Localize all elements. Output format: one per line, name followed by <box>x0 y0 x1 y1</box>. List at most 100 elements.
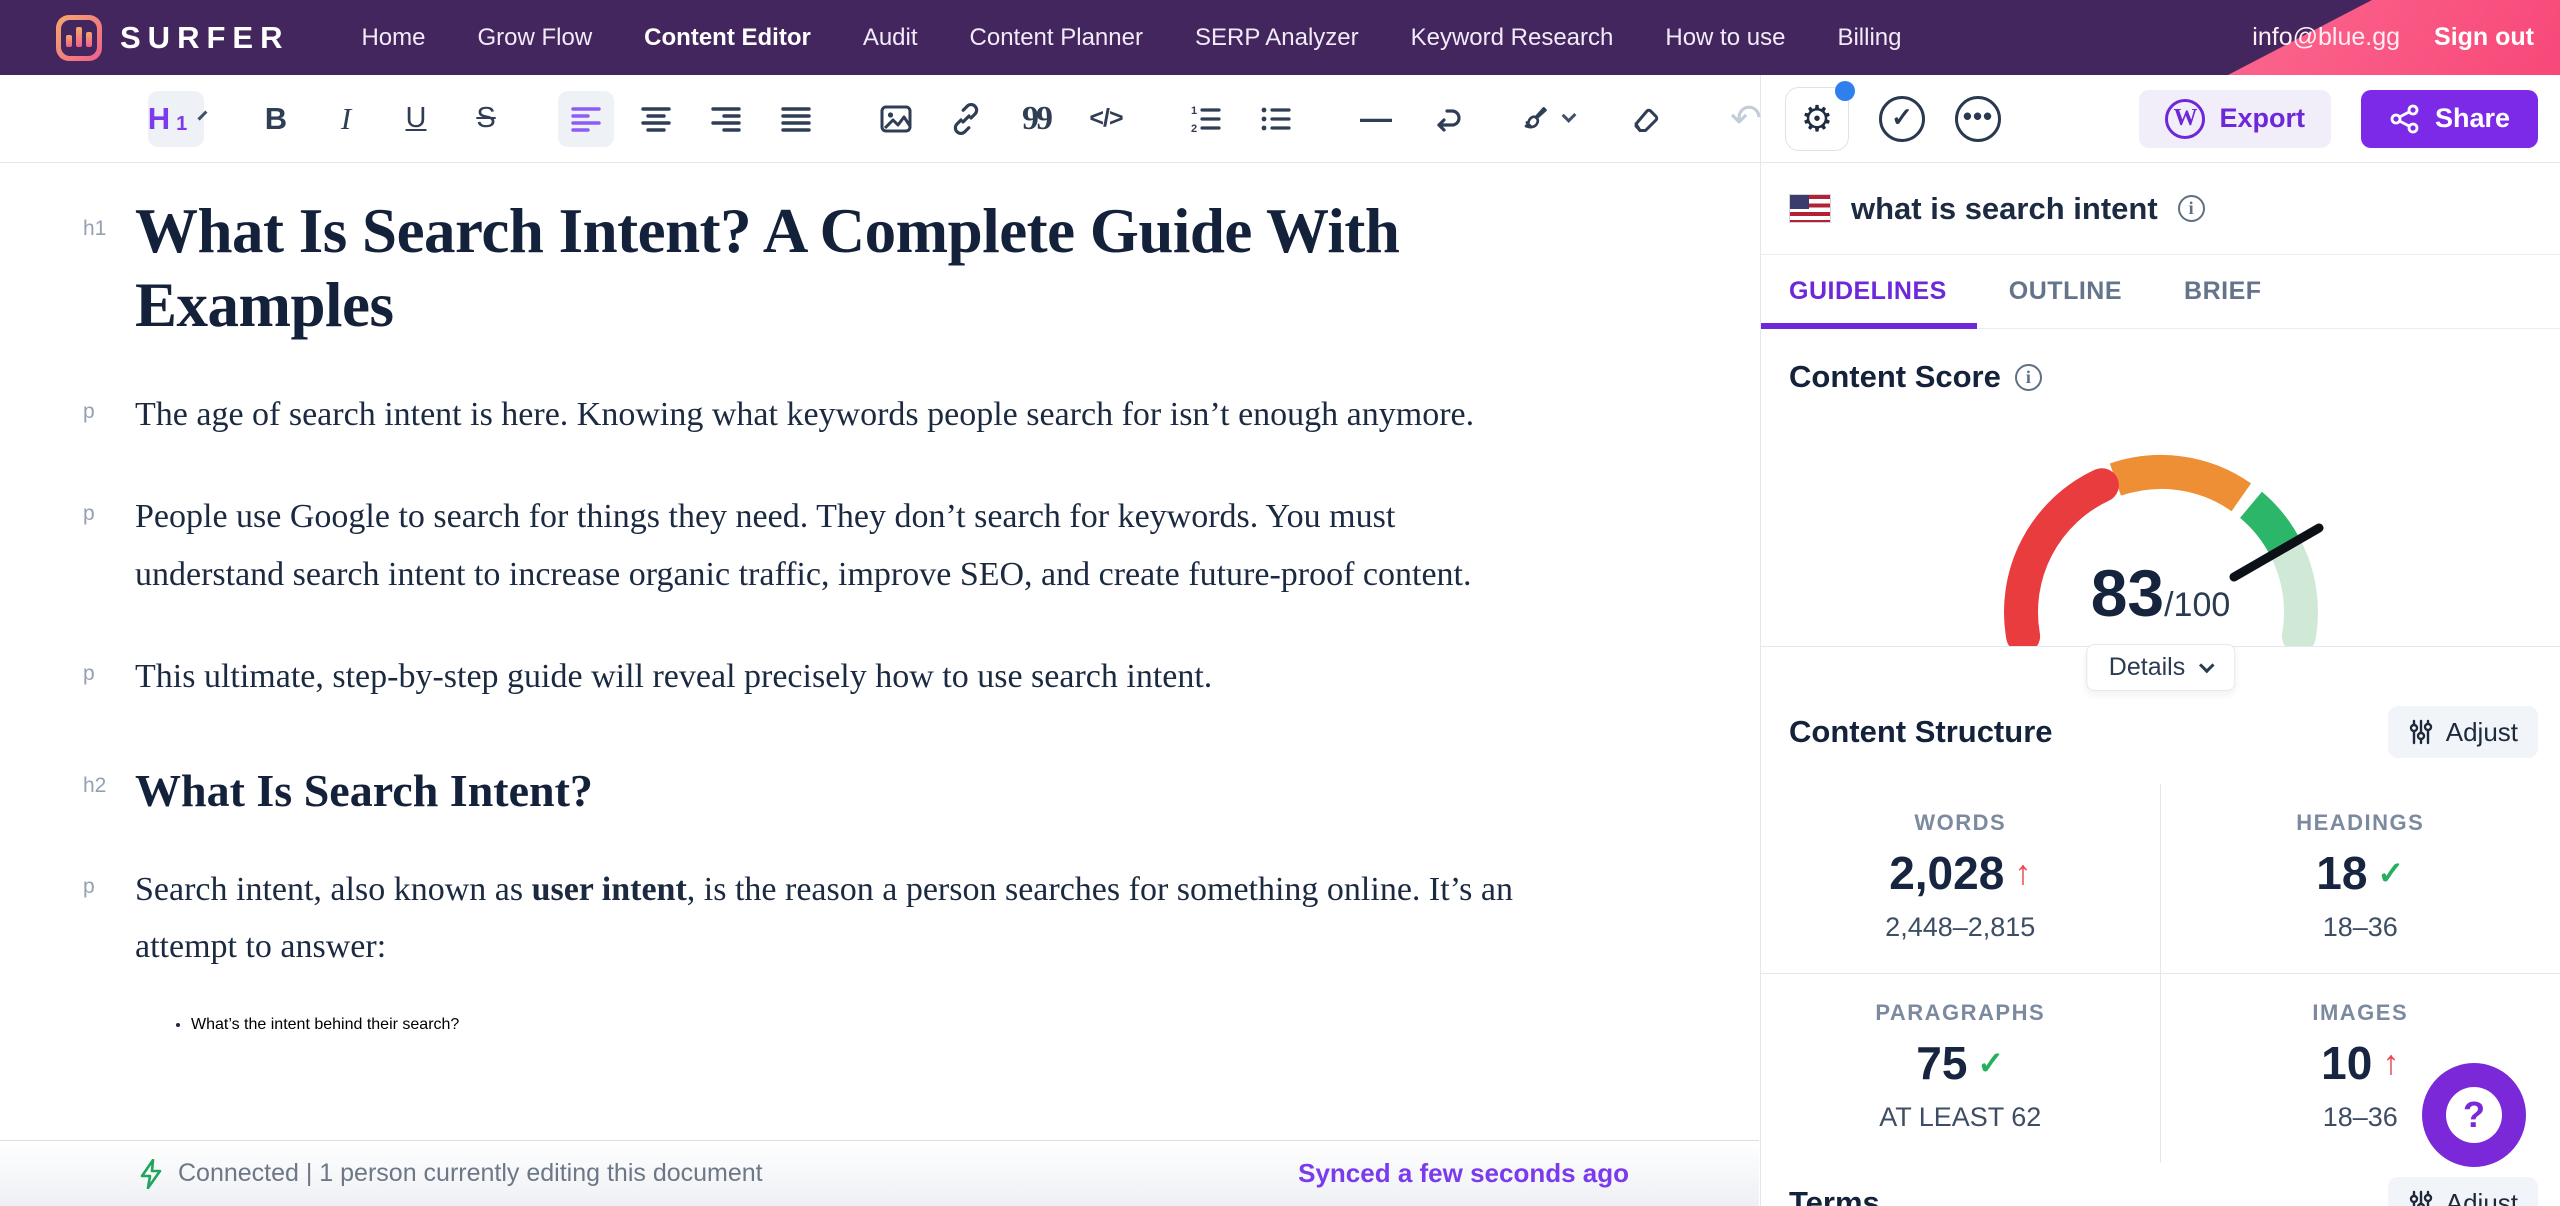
undo-icon: ↶ <box>1730 96 1762 141</box>
document-editor[interactable]: h1 What Is Search Intent? A Complete Gui… <box>0 163 1760 1206</box>
nav-item-audit[interactable]: Audit <box>863 24 918 52</box>
format-painter-dropdown[interactable] <box>1518 91 1574 147</box>
info-icon[interactable]: i <box>2015 364 2042 391</box>
justify-button[interactable] <box>768 91 824 147</box>
lightning-icon <box>140 1159 162 1189</box>
bold-button[interactable]: B <box>248 91 304 147</box>
nav-item-content-planner[interactable]: Content Planner <box>970 24 1143 52</box>
metric-paragraphs: PARAGRAPHS 75✓ AT LEAST 62 <box>1761 974 2161 1163</box>
help-button[interactable]: ? <box>2422 1063 2526 1167</box>
content-score-value: 83/100 <box>1931 555 2391 631</box>
info-icon[interactable]: i <box>2178 195 2205 222</box>
brand-name: SURFER <box>120 20 289 56</box>
tab-outline[interactable]: OUTLINE <box>2009 277 2122 306</box>
document-block-h1[interactable]: h1 What Is Search Intent? A Complete Gui… <box>135 195 1548 342</box>
block-type-label: h2 <box>83 774 106 798</box>
align-right-button[interactable] <box>698 91 754 147</box>
us-flag-icon <box>1789 194 1831 223</box>
ordered-list-icon: 12 <box>1188 101 1224 137</box>
adjust-structure-button[interactable]: Adjust <box>2388 706 2538 758</box>
guidelines-sidebar: ⚙ ✓ ••• W Export Share what is search in… <box>1761 75 2560 1206</box>
insert-image-button[interactable] <box>868 91 924 147</box>
tab-guidelines[interactable]: GUIDELINES <box>1789 277 1947 306</box>
italic-button[interactable]: I <box>318 91 374 147</box>
arrow-up-icon: ↑ <box>2014 854 2031 893</box>
nav-menu: Home Grow Flow Content Editor Audit Cont… <box>361 24 1901 52</box>
document-block-p[interactable]: p This ultimate, step-by-step guide will… <box>135 648 1548 706</box>
insert-link-button[interactable] <box>938 91 994 147</box>
page-break-button[interactable] <box>1418 91 1474 147</box>
underline-button[interactable]: U <box>388 91 444 147</box>
document-block-p[interactable]: p The age of search intent is here. Know… <box>135 386 1548 444</box>
settings-button[interactable]: ⚙ <box>1785 87 1849 151</box>
heading-style-label: H <box>148 101 170 137</box>
gear-icon: ⚙ <box>1801 101 1833 137</box>
content-structure-title: Content Structure <box>1789 714 2053 750</box>
metric-headings: HEADINGS 18✓ 18–36 <box>2161 784 2560 974</box>
score-details-button[interactable]: Details <box>2086 644 2235 691</box>
nav-item-keyword-research[interactable]: Keyword Research <box>1411 24 1614 52</box>
account-email: info@blue.gg <box>2252 23 2400 52</box>
strikethrough-button[interactable]: S <box>458 91 514 147</box>
account-area: info@blue.gg Sign out <box>2252 23 2560 52</box>
share-button[interactable]: Share <box>2361 90 2538 148</box>
image-icon <box>878 101 914 137</box>
surfer-logo-icon <box>56 15 102 61</box>
clear-formatting-button[interactable] <box>1618 91 1674 147</box>
export-button[interactable]: W Export <box>2139 90 2331 148</box>
active-tab-indicator <box>1761 323 1977 329</box>
approve-button[interactable]: ✓ <box>1879 96 1925 142</box>
document-block-h2[interactable]: h2 What Is Search Intent? <box>135 764 1548 817</box>
nav-item-billing[interactable]: Billing <box>1837 24 1901 52</box>
check-icon: ✓ <box>1977 1044 2004 1082</box>
adjust-terms-button[interactable]: Adjust <box>2388 1177 2538 1206</box>
surfer-content-editor-app: SURFER Home Grow Flow Content Editor Aud… <box>0 0 2560 1206</box>
code-block-button[interactable]: </> <box>1078 91 1134 147</box>
bold-text: user intent <box>532 871 687 908</box>
justify-icon <box>779 102 813 136</box>
italic-icon: I <box>341 101 351 137</box>
terms-section: Terms Adjust <box>1761 1163 2560 1206</box>
block-type-label: p <box>83 875 95 899</box>
strikethrough-icon: S <box>476 102 495 135</box>
surfer-logo[interactable]: SURFER <box>56 15 289 61</box>
blockquote-button[interactable]: 99 <box>1008 91 1064 147</box>
align-center-button[interactable] <box>628 91 684 147</box>
horizontal-rule-button[interactable]: — <box>1348 91 1404 147</box>
tab-brief[interactable]: BRIEF <box>2184 277 2262 306</box>
top-navigation: SURFER Home Grow Flow Content Editor Aud… <box>0 0 2560 75</box>
nav-item-grow-flow[interactable]: Grow Flow <box>477 24 592 52</box>
more-options-button[interactable]: ••• <box>1955 96 2001 142</box>
check-circle-icon: ✓ <box>1891 102 1913 133</box>
export-label: Export <box>2219 103 2305 134</box>
bullet-list-button[interactable] <box>1248 91 1304 147</box>
document-block-list[interactable]: What’s the intent behind their search? <box>135 1016 1548 1034</box>
metric-range: AT LEAST 62 <box>1761 1102 2160 1133</box>
article-title: What Is Search Intent? A Complete Guide … <box>135 195 1548 342</box>
block-type-label: p <box>83 400 95 424</box>
connection-status: Connected | 1 person currently editing t… <box>178 1159 763 1188</box>
keyword-header: what is search intent i <box>1761 163 2560 255</box>
underline-icon: U <box>406 102 427 135</box>
formatting-toolbar: H1 B I U S <box>0 75 1760 163</box>
share-label: Share <box>2435 103 2510 134</box>
align-left-button[interactable] <box>558 91 614 147</box>
gauge-mid-arc <box>2115 472 2241 497</box>
sync-status[interactable]: Synced a few seconds ago <box>1298 1158 1629 1189</box>
document-block-p[interactable]: p Search intent, also known as user inte… <box>135 861 1548 977</box>
nav-item-home[interactable]: Home <box>361 24 425 52</box>
document-block-p[interactable]: p People use Google to search for things… <box>135 488 1548 604</box>
notification-dot <box>1835 81 1855 101</box>
metric-value: 10 <box>2321 1036 2372 1090</box>
metric-label: IMAGES <box>2161 1000 2560 1026</box>
ordered-list-button[interactable]: 12 <box>1178 91 1234 147</box>
metric-label: WORDS <box>1761 810 2160 836</box>
nav-item-serp-analyzer[interactable]: SERP Analyzer <box>1195 24 1359 52</box>
align-left-icon <box>569 102 603 136</box>
nav-item-content-editor[interactable]: Content Editor <box>644 24 811 52</box>
eraser-icon <box>1628 101 1664 137</box>
heading-level-label: 1 <box>176 113 187 136</box>
nav-item-how-to-use[interactable]: How to use <box>1665 24 1785 52</box>
heading-style-dropdown[interactable]: H1 <box>148 91 204 147</box>
sign-out-button[interactable]: Sign out <box>2434 23 2534 52</box>
